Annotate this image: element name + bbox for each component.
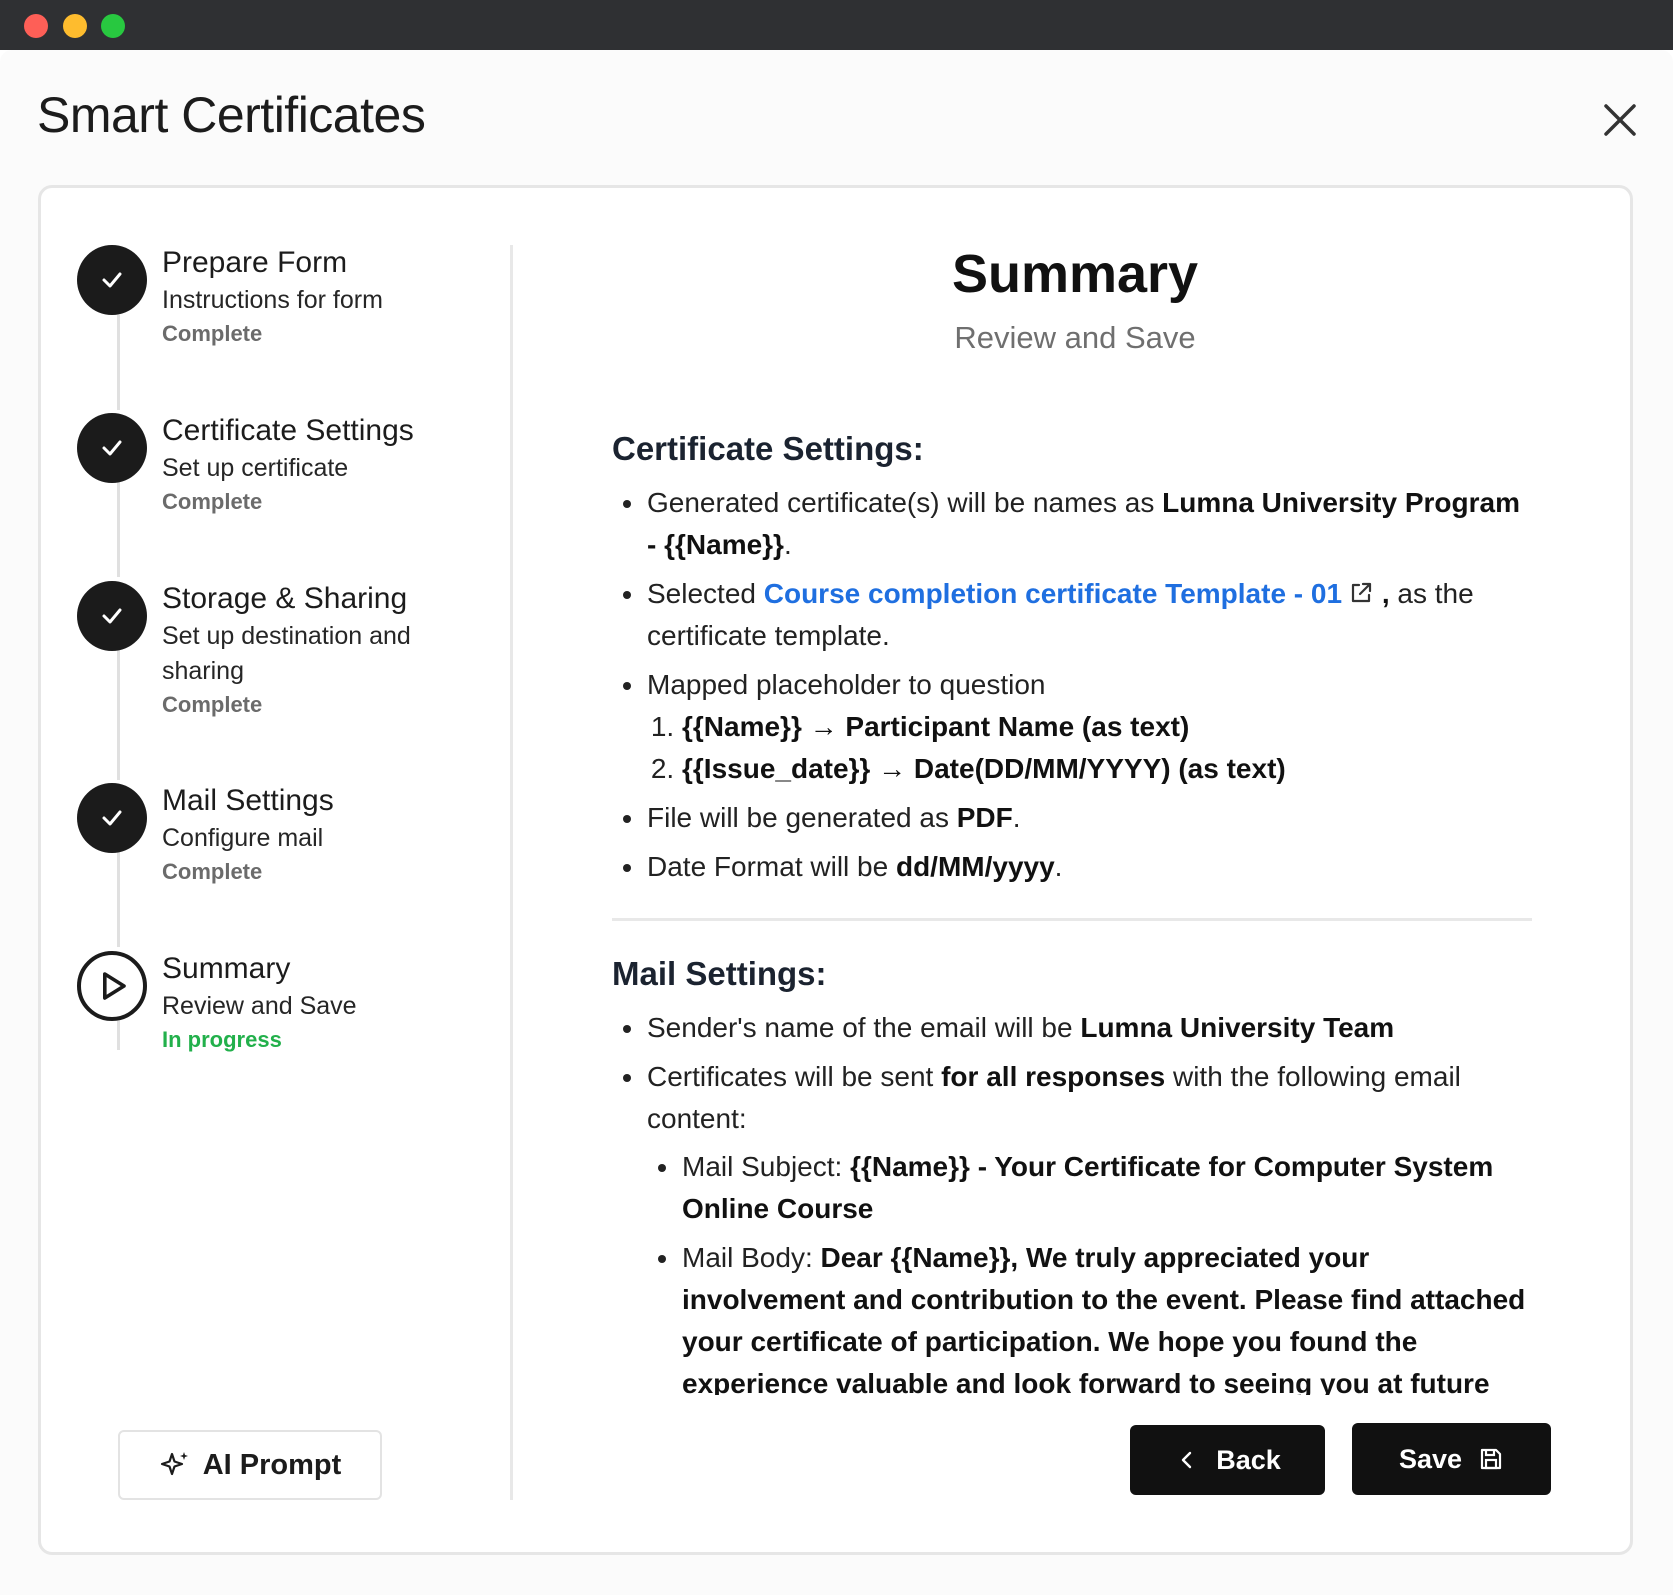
save-icon [1480,1448,1502,1470]
step-status: Complete [162,692,263,717]
save-button-label: Save [1398,1443,1463,1474]
panel-divider [510,245,513,1500]
list-item: File will be generated as PDF. [612,797,1532,839]
step-connector [117,482,120,577]
back-button[interactable]: Back [1130,1425,1325,1495]
step-title: Certificate Settings [162,414,414,447]
list-item: Generated certificate(s) will be names a… [612,482,1532,566]
template-link[interactable]: Course completion certificate Template -… [764,578,1374,609]
sparkle-icon [160,1452,188,1476]
window-titlebar [0,0,1673,50]
close-icon[interactable] [1598,98,1642,142]
minimize-window-button[interactable] [63,14,87,38]
save-button[interactable]: Save [1352,1423,1551,1495]
step-title: Storage & Sharing [162,582,408,615]
step-connector [117,1020,120,1050]
section-divider [612,918,1532,921]
step-connector [117,852,120,947]
step-subtitle: Instructions for form [162,286,383,314]
list-item: Sender's name of the email will be Lumna… [612,1007,1532,1049]
step-connector [117,650,120,780]
list-item: Mail Body: Dear {{Name}}, We truly appre… [647,1237,1532,1395]
list-item: Mapped placeholder to question {{Name}} … [612,664,1532,790]
step-status: In progress [162,1027,282,1052]
play-icon [77,951,147,1021]
step-title: Prepare Form [162,246,348,279]
ai-prompt-button[interactable]: AI Prompt [118,1430,382,1500]
step-status: Complete [162,321,263,346]
check-icon [77,413,147,483]
email-content-list: Mail Subject: {{Name}} - Your Certificat… [647,1146,1532,1395]
step-title: Summary [162,952,291,985]
chevron-left-icon [1182,1451,1192,1469]
mail-settings-list: Sender's name of the email will be Lumna… [612,1007,1532,1395]
check-icon [77,245,147,315]
list-item: Selected Course completion certificate T… [612,573,1532,657]
back-button-label: Back [1216,1444,1281,1475]
zoom-window-button[interactable] [101,14,125,38]
external-link-icon [1351,582,1372,603]
certificate-settings-list: Generated certificate(s) will be names a… [612,482,1532,888]
certificate-settings-heading: Certificate Settings: [612,430,924,467]
ai-prompt-label: AI Prompt [202,1448,342,1481]
summary-title: Summary [951,244,1199,304]
list-item: Certificates will be sent for all respon… [612,1056,1532,1395]
step-subtitle: Set up destination and sharing [162,622,411,685]
close-window-button[interactable] [24,14,48,38]
check-icon [77,581,147,651]
app-title: Smart Certificates [37,87,426,143]
check-icon [77,783,147,853]
step-subtitle: Configure mail [162,824,324,852]
step-title: Mail Settings [162,784,334,817]
step-subtitle: Set up certificate [162,454,349,482]
mail-settings-heading: Mail Settings: [612,955,827,992]
summary-subtitle: Review and Save [954,320,1196,355]
step-status: Complete [162,489,263,514]
placeholder-mapping-list: {{Name}} → Participant Name (as text) {{… [647,706,1532,790]
step-status: Complete [162,859,263,884]
step-connector [117,315,120,410]
list-item: Mail Subject: {{Name}} - Your Certificat… [647,1146,1532,1230]
summary-content[interactable]: Certificate Settings: Generated certific… [612,420,1532,1395]
list-item: Date Format will be dd/MM/yyyy. [612,846,1532,888]
step-subtitle: Review and Save [162,992,357,1020]
